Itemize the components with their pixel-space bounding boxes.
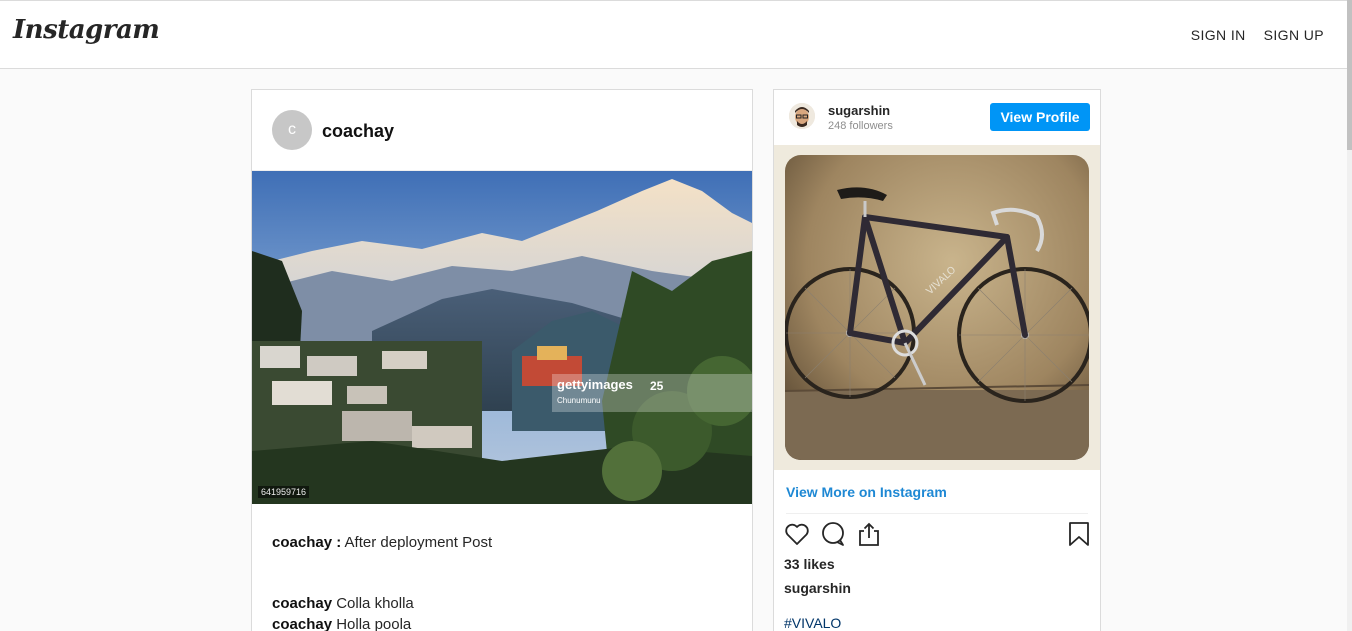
post-username[interactable]: coachay: [322, 121, 394, 142]
instagram-embed-card: sugarshin 248 followers View Profile VIV…: [773, 89, 1101, 631]
bicycle-image: VIVALO: [785, 155, 1089, 460]
post-caption: coachay : After deployment Post: [272, 532, 732, 553]
watermark-credit: Chunumunu: [557, 396, 601, 405]
embed-avatar[interactable]: [789, 103, 815, 129]
user-avatar[interactable]: c: [272, 110, 312, 150]
view-more-link[interactable]: View More on Instagram: [786, 484, 947, 500]
avatar-face-icon: [789, 103, 815, 129]
watermark-badge: 25: [650, 379, 664, 393]
comment-text: Holla poola: [336, 616, 412, 631]
embed-username[interactable]: sugarshin: [828, 103, 890, 118]
getty-watermark: gettyimages Chunumunu 25: [552, 374, 752, 412]
comment-text: Colla kholla: [336, 595, 414, 612]
post-body: coachay : After deployment Post coachay …: [252, 504, 752, 631]
caption-text: After deployment Post: [344, 534, 493, 551]
instagram-logo[interactable]: Instagram: [13, 15, 160, 45]
post-image: gettyimages Chunumunu 25 641959716: [252, 171, 752, 504]
divider: [786, 513, 1088, 514]
post-owner[interactable]: sugarshin: [784, 580, 851, 596]
comment-author[interactable]: coachay: [272, 595, 332, 612]
sign-in-link[interactable]: SIGN IN: [1191, 27, 1246, 43]
top-navbar: Instagram SIGN IN SIGN UP: [0, 0, 1347, 69]
post-card: c coachay gettyimages Chunumunu 25 64195…: [251, 89, 753, 631]
page-scrollbar[interactable]: [1347, 0, 1352, 631]
embed-header: sugarshin 248 followers View Profile: [774, 90, 1100, 145]
view-profile-button[interactable]: View Profile: [990, 103, 1090, 131]
like-count: 33 likes: [784, 556, 835, 572]
comment-item: coachay Colla kholla: [272, 593, 732, 614]
comment-author[interactable]: coachay: [272, 616, 332, 631]
post-header: c coachay: [252, 90, 752, 171]
scrollbar-thumb[interactable]: [1347, 0, 1352, 150]
sign-up-link[interactable]: SIGN UP: [1264, 27, 1324, 43]
bookmark-icon[interactable]: [1065, 520, 1093, 548]
caption-author[interactable]: coachay :: [272, 534, 341, 551]
follower-count: 248 followers: [828, 120, 893, 132]
image-id-label: 641959716: [258, 486, 310, 498]
comment-icon[interactable]: [819, 520, 847, 548]
share-icon[interactable]: [855, 520, 883, 548]
hashtag-link[interactable]: #VIVALO: [784, 615, 841, 631]
embed-photo-frame: VIVALO: [774, 145, 1100, 470]
comment-item: coachay Holla poola: [272, 614, 732, 631]
auth-links: SIGN IN SIGN UP: [1191, 27, 1324, 43]
watermark-brand: gettyimages: [557, 377, 633, 392]
post-actions: [783, 520, 1091, 550]
bicycle-photo[interactable]: VIVALO: [785, 155, 1089, 460]
heart-icon[interactable]: [783, 520, 811, 548]
mountain-village-photo: [252, 171, 752, 504]
